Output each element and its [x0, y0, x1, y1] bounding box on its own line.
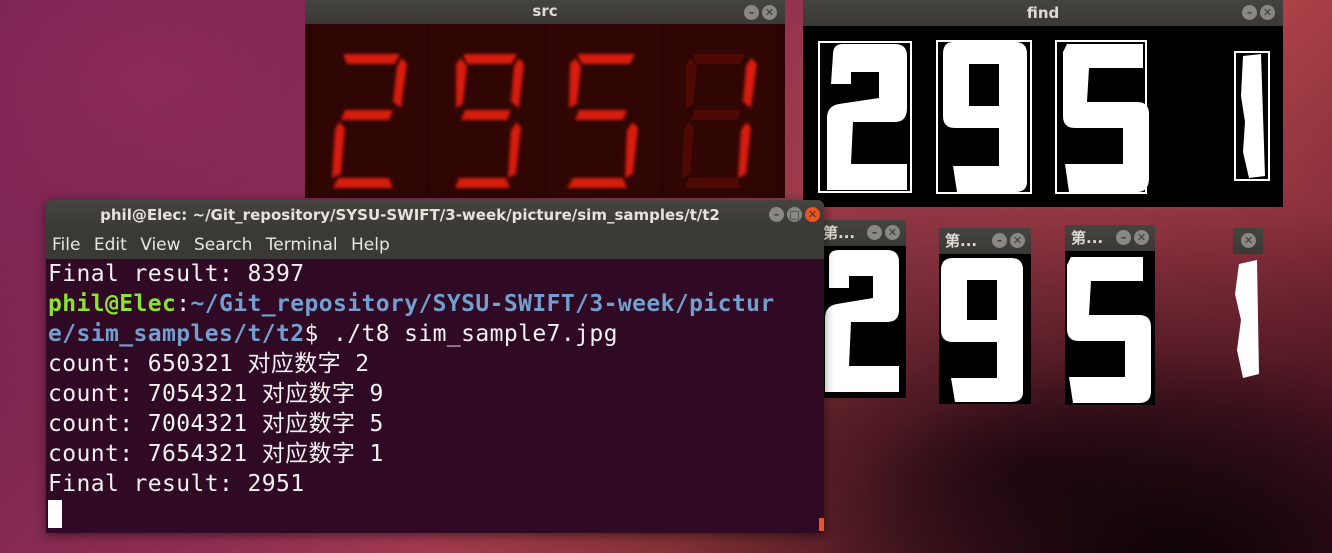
digit-window-titlebar[interactable]: 第... – ✕ — [939, 228, 1031, 254]
digit-image-5 — [1065, 251, 1155, 405]
close-icon[interactable]: ✕ — [885, 225, 900, 240]
menu-search[interactable]: Search — [194, 235, 252, 255]
close-icon[interactable]: ✕ — [1010, 233, 1025, 248]
prompt-path-continued: e/sim_samples/t/t2 — [48, 321, 305, 347]
maximize-icon[interactable]: □ — [787, 207, 802, 222]
digit-image-1 — [1233, 254, 1263, 388]
terminal-prompt-continued: e/sim_samples/t/t2$ ./t8 sim_sample7.jpg — [46, 319, 824, 349]
digit-image-2 — [817, 246, 906, 398]
src-image — [305, 24, 785, 198]
digit-window-2[interactable]: 第... – ✕ — [939, 228, 1031, 404]
menu-help[interactable]: Help — [351, 235, 390, 255]
find-window-titlebar[interactable]: find – ✕ — [803, 0, 1283, 26]
src-window-title: src — [532, 2, 558, 20]
terminal-cursor-line[interactable] — [46, 499, 824, 529]
terminal-titlebar[interactable]: phil@Elec: ~/Git_repository/SYSU-SWIFT/3… — [46, 200, 824, 230]
terminal-line: Final result: 2951 — [48, 471, 305, 497]
menu-file[interactable]: File — [52, 235, 80, 255]
digit-window-title: 第... — [823, 224, 856, 242]
menu-edit[interactable]: Edit — [94, 235, 127, 255]
prompt-command: $ ./t8 sim_sample7.jpg — [304, 321, 618, 347]
prompt-path: ~/Git_repository/SYSU-SWIFT/3-week/pictu… — [190, 291, 775, 317]
digit-image-9 — [939, 254, 1031, 404]
terminal-line: count: 7004321 对应数字 5 — [48, 411, 384, 437]
minimize-icon[interactable]: – — [867, 225, 882, 240]
close-icon[interactable]: ✕ — [1260, 5, 1275, 20]
find-window[interactable]: find – ✕ — [803, 0, 1283, 207]
digit-window-3[interactable]: 第... – ✕ — [1065, 225, 1155, 405]
terminal-menubar: File Edit View Search Terminal Help — [46, 230, 824, 259]
prompt-user: phil@Elec — [48, 291, 177, 317]
src-window-titlebar[interactable]: src – ✕ — [305, 0, 785, 24]
minimize-icon[interactable]: – — [744, 5, 759, 20]
scrollbar-marker[interactable] — [819, 518, 824, 531]
digit-window-titlebar[interactable]: 第... – ✕ — [817, 220, 906, 246]
close-icon[interactable]: ✕ — [762, 5, 777, 20]
terminal-title: phil@Elec: ~/Git_repository/SYSU-SWIFT/3… — [100, 206, 720, 224]
terminal-window[interactable]: phil@Elec: ~/Git_repository/SYSU-SWIFT/3… — [46, 200, 824, 533]
terminal-prompt: phil@Elec:~/Git_repository/SYSU-SWIFT/3-… — [46, 289, 824, 319]
prompt-separator: : — [176, 291, 191, 317]
menu-view[interactable]: View — [140, 235, 180, 255]
find-window-title: find — [1026, 4, 1060, 22]
terminal-line: count: 650321 对应数字 2 — [48, 351, 370, 377]
seven-segment-display — [305, 24, 785, 198]
digit-window-titlebar[interactable]: ✕ — [1233, 228, 1263, 254]
digit-window-4[interactable]: ✕ — [1233, 228, 1263, 388]
binary-digit-image — [803, 26, 1283, 207]
terminal-line: Final result: 8397 — [48, 261, 305, 287]
digit-window-title: 第... — [945, 232, 978, 250]
minimize-icon[interactable]: – — [1242, 5, 1257, 20]
digit-window-titlebar[interactable]: 第... – ✕ — [1065, 225, 1155, 251]
digit-window-1[interactable]: 第... – ✕ — [817, 220, 906, 398]
close-icon[interactable]: ✕ — [805, 207, 820, 222]
close-icon[interactable]: ✕ — [1241, 233, 1256, 248]
minimize-icon[interactable]: – — [769, 207, 784, 222]
terminal-cursor — [48, 500, 62, 528]
terminal-output[interactable]: Final result: 8397 phil@Elec:~/Git_repos… — [46, 259, 824, 533]
close-icon[interactable]: ✕ — [1134, 230, 1149, 245]
menu-terminal[interactable]: Terminal — [266, 235, 338, 255]
terminal-line: count: 7654321 对应数字 1 — [48, 441, 384, 467]
find-image — [803, 26, 1283, 207]
digit-window-title: 第... — [1071, 229, 1104, 247]
minimize-icon[interactable]: – — [992, 233, 1007, 248]
terminal-line: count: 7054321 对应数字 9 — [48, 381, 384, 407]
src-window[interactable]: src – ✕ — [305, 0, 785, 198]
minimize-icon[interactable]: – — [1116, 230, 1131, 245]
